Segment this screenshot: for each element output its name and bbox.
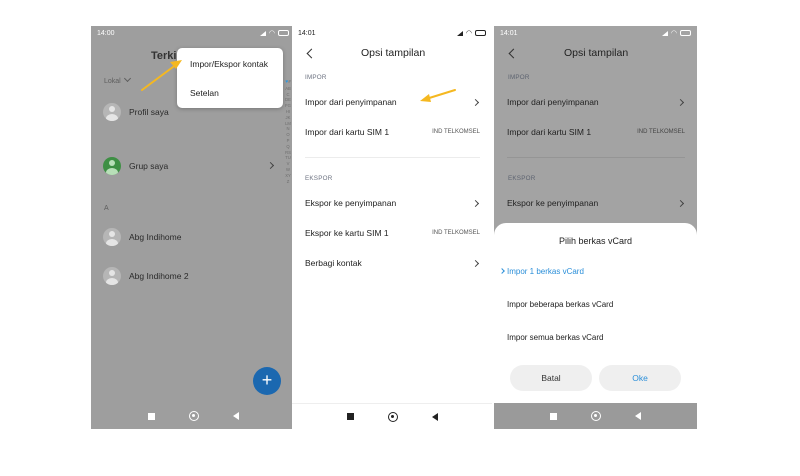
option-import-all[interactable]: Impor semua berkas vCard	[507, 333, 603, 342]
home-icon[interactable]	[188, 411, 199, 421]
home-icon[interactable]	[591, 411, 601, 421]
avatar	[103, 103, 121, 121]
wifi-icon: ◠	[670, 30, 677, 37]
avatar	[103, 228, 121, 246]
avatar	[103, 267, 121, 285]
annotation-arrow-icon	[420, 89, 456, 102]
selected-indicator-icon	[499, 268, 505, 274]
navigation-bar	[494, 403, 697, 429]
section-export: EKSPOR	[508, 175, 536, 182]
status-bar: 14:00 ◠	[91, 26, 295, 40]
signal-icon	[661, 30, 668, 36]
battery-icon	[278, 30, 289, 36]
list-item[interactable]: Abg Indihome	[103, 228, 181, 246]
chevron-right-icon	[471, 199, 480, 207]
chevron-right-icon	[471, 98, 480, 106]
cancel-button[interactable]: Batal	[510, 365, 592, 391]
recents-icon[interactable]	[147, 412, 155, 420]
display-options-screen: 14:01 ◠ Opsi tampilan IMPOR Impor dari p…	[292, 26, 492, 429]
option-import-multiple[interactable]: Impor beberapa berkas vCard	[507, 300, 613, 309]
status-time: 14:01	[298, 30, 316, 37]
battery-icon	[475, 30, 486, 36]
signal-icon	[259, 30, 266, 36]
import-from-sim-item[interactable]: Impor dari kartu SIM 1 IND TELKOMSEL	[507, 125, 685, 139]
status-time: 14:01	[500, 30, 518, 37]
groups-row[interactable]: Grup saya	[103, 157, 168, 175]
sim-carrier: IND TELKOMSEL	[432, 230, 480, 236]
add-contact-button[interactable]: +	[253, 367, 281, 395]
chevron-right-icon	[471, 259, 480, 267]
divider	[507, 157, 685, 158]
export-to-storage-item[interactable]: Ekspor ke penyimpanan	[305, 196, 480, 210]
section-import: IMPOR	[305, 74, 327, 81]
recents-icon[interactable]	[550, 412, 557, 420]
signal-icon	[456, 30, 463, 36]
divider	[305, 157, 480, 158]
profile-row[interactable]: Profil saya	[103, 103, 169, 121]
menu-item-settings[interactable]: Setelan	[190, 88, 219, 98]
page-title: Opsi tampilan	[564, 47, 629, 59]
list-item[interactable]: Abg Indihome 2	[103, 267, 189, 285]
group-icon	[103, 157, 121, 175]
ok-button[interactable]: Oke	[599, 365, 681, 391]
vcard-dialog: Pilih berkas vCard Impor 1 berkas vCard …	[494, 223, 697, 403]
navigation-bar	[292, 403, 492, 429]
chevron-right-icon	[676, 98, 685, 106]
section-letter: A	[104, 205, 109, 212]
account-selector[interactable]: Lokal	[104, 74, 131, 85]
sim-carrier: IND TELKOMSEL	[432, 129, 480, 135]
export-to-storage-item[interactable]: Ekspor ke penyimpanan	[507, 196, 685, 210]
section-export: EKSPOR	[305, 175, 333, 182]
dialog-title: Pilih berkas vCard	[558, 236, 633, 246]
back-icon[interactable]	[431, 412, 438, 421]
alphabet-index[interactable]: ♥#ABCDEFGHIJKLMNOPQRSTUVWXYZ	[285, 79, 291, 184]
navigation-bar	[91, 403, 295, 429]
share-contacts-item[interactable]: Berbagi kontak	[305, 256, 480, 270]
option-import-one[interactable]: Impor 1 berkas vCard	[507, 267, 584, 276]
annotation-arrow-icon	[141, 60, 182, 91]
section-import: IMPOR	[508, 74, 530, 81]
status-bar: 14:01 ◠	[494, 26, 697, 40]
status-time: 14:00	[97, 30, 115, 37]
battery-icon	[680, 30, 691, 36]
export-to-sim-item[interactable]: Ekspor ke kartu SIM 1 IND TELKOMSEL	[305, 226, 480, 240]
menu-item-import-export[interactable]: Impor/Ekspor kontak	[190, 59, 268, 69]
vcard-picker-screen: 14:01 ◠ Opsi tampilan IMPOR Impor dari p…	[494, 26, 697, 429]
import-from-sim-item[interactable]: Impor dari kartu SIM 1 IND TELKOMSEL	[305, 125, 480, 139]
sim-carrier: IND TELKOMSEL	[637, 129, 685, 135]
recents-icon[interactable]	[346, 413, 354, 420]
back-icon[interactable]	[635, 412, 641, 420]
import-from-storage-item[interactable]: Impor dari penyimpanan	[507, 95, 685, 109]
chevron-down-icon	[123, 74, 131, 83]
overflow-menu: Impor/Ekspor kontak Setelan	[177, 48, 283, 108]
back-button[interactable]	[508, 48, 519, 59]
chevron-right-icon	[266, 161, 275, 170]
contacts-screen: 14:00 ◠ Terkini Lokal Profil saya Grup s…	[91, 26, 295, 429]
wifi-icon: ◠	[268, 30, 275, 37]
home-icon[interactable]	[387, 411, 398, 422]
chevron-right-icon	[676, 199, 685, 207]
back-icon[interactable]	[232, 412, 239, 420]
back-button[interactable]	[306, 48, 317, 59]
status-bar: 14:01 ◠	[292, 26, 492, 40]
wifi-icon: ◠	[465, 30, 472, 37]
page-title: Opsi tampilan	[361, 47, 426, 59]
